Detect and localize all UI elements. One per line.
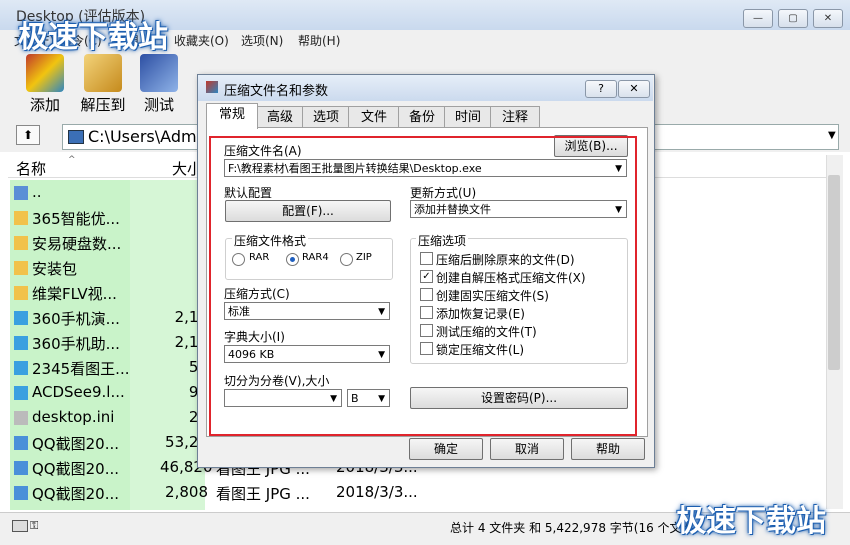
status-text: 总计 4 文件夹 和 5,422,978 字节(16 个文件) (450, 521, 699, 535)
tab-options[interactable]: 选项 (302, 106, 350, 128)
watermark-bottom: 极速下载站 (676, 504, 826, 539)
row-type: 看图王 JPG ... (216, 485, 310, 503)
row-name: QQ截图20... (32, 485, 120, 503)
drive-icon (14, 186, 28, 200)
scrollbar-thumb[interactable] (828, 175, 840, 370)
row-name: 安易硬盘数... (32, 235, 122, 253)
test-button[interactable]: 测试 (130, 54, 188, 115)
row-name: ACDSee9.l... (32, 383, 125, 401)
add-archive-icon (26, 54, 64, 92)
image-icon (14, 486, 28, 500)
add-button[interactable]: 添加 (16, 54, 74, 115)
extract-button[interactable]: 解压到 (74, 54, 132, 115)
dialog-close-button[interactable]: ✕ (618, 80, 650, 98)
menu-help[interactable]: 帮助(H) (298, 32, 340, 49)
drive-icon (12, 520, 28, 532)
tab-general[interactable]: 常规 (206, 103, 258, 129)
key-icon: ⚿ (30, 519, 39, 532)
row-name: 365智能优... (32, 210, 120, 228)
path-text: C:\Users\Admi (88, 127, 201, 146)
app-icon (14, 336, 28, 350)
app-icon (14, 311, 28, 325)
app-icon (14, 386, 28, 400)
maximize-button[interactable]: ▢ (778, 9, 808, 28)
image-icon (14, 436, 28, 450)
cancel-button[interactable]: 取消 (490, 438, 564, 460)
folder-icon (14, 236, 28, 250)
sort-arrow-icon: ^ (68, 155, 76, 165)
test-icon (140, 54, 178, 92)
tab-backup[interactable]: 备份 (398, 106, 446, 128)
folder-icon (14, 261, 28, 275)
dialog-title: 压缩文件名和参数 (224, 84, 329, 99)
close-button[interactable]: ✕ (813, 9, 843, 28)
tab-advanced[interactable]: 高级 (256, 106, 304, 128)
minimize-button[interactable]: — (743, 9, 773, 28)
menu-options[interactable]: 选项(N) (241, 32, 283, 49)
folder-icon (14, 286, 28, 300)
row-name: 2345看图王... (32, 360, 130, 378)
app-icon (14, 361, 28, 375)
extract-icon (84, 54, 122, 92)
winrar-icon (206, 81, 218, 93)
highlight-frame (209, 136, 637, 436)
image-icon (14, 461, 28, 475)
row-size: 2,808 (165, 483, 208, 501)
row-name: QQ截图20... (32, 435, 120, 453)
column-name-header[interactable]: 名称 (16, 158, 46, 179)
menu-favorites[interactable]: 收藏夹(O) (174, 32, 229, 49)
up-folder-button[interactable]: ⬆ (16, 125, 40, 145)
tab-files[interactable]: 文件 (348, 106, 400, 128)
watermark-top: 极速下载站 (18, 20, 168, 55)
row-date: 2018/3/3... (336, 483, 418, 501)
ok-button[interactable]: 确定 (409, 438, 483, 460)
row-name: 安装包 (32, 260, 78, 278)
row-name: 维棠FLV视... (32, 285, 117, 303)
folder-icon (14, 211, 28, 225)
list-row[interactable]: QQ截图20... 2,808 看图王 JPG ... 2018/3/3... (10, 481, 470, 506)
row-name: .. (32, 183, 42, 201)
row-name: 360手机演... (32, 310, 120, 328)
row-name: desktop.ini (32, 408, 115, 426)
computer-icon (68, 130, 84, 144)
row-name: 360手机助... (32, 335, 120, 353)
help-button[interactable]: 帮助 (571, 438, 645, 460)
dialog-help-button[interactable]: ? (585, 80, 617, 98)
chevron-down-icon[interactable]: ▼ (828, 130, 836, 141)
file-icon (14, 411, 28, 425)
tab-comment[interactable]: 注释 (490, 106, 540, 128)
tab-time[interactable]: 时间 (444, 106, 492, 128)
row-name: QQ截图20... (32, 460, 120, 478)
